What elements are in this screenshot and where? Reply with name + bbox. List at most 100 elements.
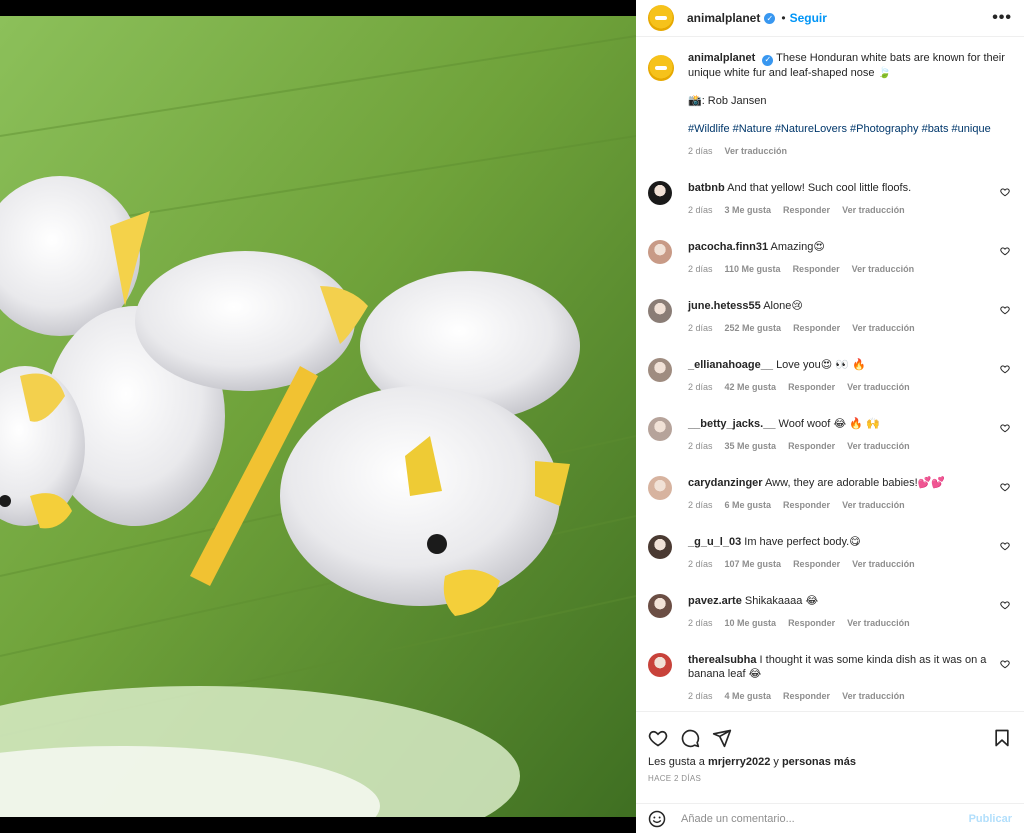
comment-likes[interactable]: 6 Me gusta bbox=[725, 498, 772, 512]
publish-button[interactable]: Publicar bbox=[969, 813, 1012, 825]
comment-body: therealsubha I thought it was some kinda… bbox=[688, 653, 988, 703]
translate-link[interactable]: Ver traducción bbox=[842, 498, 905, 512]
author-username[interactable]: animalplanet bbox=[687, 11, 760, 25]
comment-body: pacocha.finn31 Amazing😍 2 días 110 Me gu… bbox=[688, 240, 988, 276]
animalplanet-logo bbox=[655, 66, 667, 70]
comment-meta: 2 días 252 Me gusta Responder Ver traduc… bbox=[688, 321, 988, 335]
commenter-username[interactable]: batbnb bbox=[688, 182, 725, 194]
comment-meta: 2 días 4 Me gusta Responder Ver traducci… bbox=[688, 689, 988, 703]
comment-meta: 2 días 110 Me gusta Responder Ver traduc… bbox=[688, 262, 988, 276]
save-icon[interactable] bbox=[992, 728, 1012, 748]
comment-time[interactable]: 2 días bbox=[688, 557, 713, 571]
comment-heart-icon[interactable] bbox=[1000, 305, 1010, 315]
comment-likes[interactable]: 35 Me gusta bbox=[725, 439, 777, 453]
commenter-avatar[interactable] bbox=[648, 593, 672, 618]
translate-link[interactable]: Ver traducción bbox=[852, 557, 915, 571]
hashtags[interactable]: #Wildlife #Nature #NatureLovers #Photogr… bbox=[688, 122, 1006, 136]
comment-item: batbnb And that yellow! Such cool little… bbox=[648, 180, 1012, 217]
reply-link[interactable]: Responder bbox=[783, 498, 830, 512]
comment-time[interactable]: 2 días bbox=[688, 380, 713, 394]
commenter-username[interactable]: therealsubha bbox=[688, 654, 756, 666]
comment-time[interactable]: 2 días bbox=[688, 689, 713, 703]
comment-input[interactable] bbox=[681, 812, 969, 825]
commenter-username[interactable]: _g_u_l_03 bbox=[688, 536, 741, 548]
commenter-username[interactable]: __betty_jacks.__ bbox=[688, 418, 775, 430]
translate-link[interactable]: Ver traducción bbox=[852, 262, 915, 276]
comment-likes[interactable]: 42 Me gusta bbox=[725, 380, 777, 394]
comment-text: Shikakaaaa 😂 bbox=[744, 594, 819, 607]
comments-list: batbnb And that yellow! Such cool little… bbox=[648, 180, 1012, 712]
commenter-username[interactable]: pacocha.finn31 bbox=[688, 241, 768, 253]
comment-body: __betty_jacks.__ Woof woof 😂 🔥 🙌 2 días … bbox=[688, 417, 988, 453]
comment-heart-icon[interactable] bbox=[1000, 423, 1010, 433]
commenter-username[interactable]: june.hetess55 bbox=[688, 300, 761, 312]
reply-link[interactable]: Responder bbox=[793, 557, 840, 571]
likes-mid: y bbox=[773, 756, 779, 768]
reply-link[interactable]: Responder bbox=[793, 321, 840, 335]
comment-likes[interactable]: 4 Me gusta bbox=[725, 689, 772, 703]
caption-time[interactable]: 2 días bbox=[688, 144, 713, 158]
bats-on-leaf-image bbox=[0, 16, 636, 817]
reply-link[interactable]: Responder bbox=[793, 262, 840, 276]
reply-link[interactable]: Responder bbox=[788, 616, 835, 630]
translate-link[interactable]: Ver traducción bbox=[847, 439, 910, 453]
translate-link[interactable]: Ver traducción bbox=[842, 689, 905, 703]
caption-translate-link[interactable]: Ver traducción bbox=[725, 144, 788, 158]
comment-heart-icon[interactable] bbox=[1000, 364, 1010, 374]
comments-scroll-area[interactable]: animalplanet ✓ These Honduran white bats… bbox=[636, 37, 1024, 711]
commenter-username[interactable]: _ellianahoage__ bbox=[688, 359, 773, 371]
comment-likes[interactable]: 3 Me gusta bbox=[725, 203, 772, 217]
comment-time[interactable]: 2 días bbox=[688, 321, 713, 335]
comment-heart-icon[interactable] bbox=[1000, 246, 1010, 256]
post-footer: Les gusta a mrjerry2022 y personas más H… bbox=[636, 711, 1024, 833]
commenter-avatar[interactable] bbox=[648, 652, 672, 677]
post-photo[interactable] bbox=[0, 16, 636, 817]
comment-heart-icon[interactable] bbox=[1000, 659, 1010, 669]
more-icon[interactable]: ••• bbox=[992, 9, 1012, 27]
translate-link[interactable]: Ver traducción bbox=[842, 203, 905, 217]
reply-link[interactable]: Responder bbox=[788, 439, 835, 453]
comment-heart-icon[interactable] bbox=[1000, 187, 1010, 197]
comment-time[interactable]: 2 días bbox=[688, 616, 713, 630]
comment-likes[interactable]: 10 Me gusta bbox=[725, 616, 777, 630]
reply-link[interactable]: Responder bbox=[783, 689, 830, 703]
emoji-icon[interactable] bbox=[648, 810, 666, 828]
comment-time[interactable]: 2 días bbox=[688, 203, 713, 217]
comment-meta: 2 días 42 Me gusta Responder Ver traducc… bbox=[688, 380, 988, 394]
reply-link[interactable]: Responder bbox=[788, 380, 835, 394]
commenter-avatar[interactable] bbox=[648, 416, 672, 441]
translate-link[interactable]: Ver traducción bbox=[847, 380, 910, 394]
share-icon[interactable] bbox=[712, 728, 732, 748]
reply-link[interactable]: Responder bbox=[783, 203, 830, 217]
likes-others[interactable]: personas más bbox=[782, 756, 856, 768]
comment-heart-icon[interactable] bbox=[1000, 600, 1010, 610]
translate-link[interactable]: Ver traducción bbox=[852, 321, 915, 335]
commenter-avatar[interactable] bbox=[648, 180, 672, 205]
likes-user[interactable]: mrjerry2022 bbox=[708, 756, 770, 768]
translate-link[interactable]: Ver traducción bbox=[847, 616, 910, 630]
commenter-avatar[interactable] bbox=[648, 475, 672, 500]
follow-button[interactable]: Seguir bbox=[790, 11, 827, 25]
commenter-username[interactable]: pavez.arte bbox=[688, 595, 742, 607]
comment-meta: 2 días 35 Me gusta Responder Ver traducc… bbox=[688, 439, 988, 453]
comment-time[interactable]: 2 días bbox=[688, 439, 713, 453]
comment-text: Aww, they are adorable babies!💕💕 bbox=[765, 476, 946, 489]
author-avatar[interactable] bbox=[648, 5, 674, 31]
comment-heart-icon[interactable] bbox=[1000, 541, 1010, 551]
commenter-avatar[interactable] bbox=[648, 357, 672, 382]
comment-likes[interactable]: 110 Me gusta bbox=[725, 262, 781, 276]
comment-likes[interactable]: 107 Me gusta bbox=[725, 557, 782, 571]
caption-avatar[interactable] bbox=[648, 55, 674, 81]
comment-time[interactable]: 2 días bbox=[688, 262, 713, 276]
comment-time[interactable]: 2 días bbox=[688, 498, 713, 512]
commenter-avatar[interactable] bbox=[648, 239, 672, 264]
comment-icon[interactable] bbox=[680, 728, 700, 748]
commenter-avatar[interactable] bbox=[648, 534, 672, 559]
commenter-avatar[interactable] bbox=[648, 298, 672, 323]
comment-heart-icon[interactable] bbox=[1000, 482, 1010, 492]
heart-icon[interactable] bbox=[648, 728, 668, 748]
caption-username[interactable]: animalplanet bbox=[688, 52, 755, 64]
action-bar bbox=[636, 712, 1024, 754]
commenter-username[interactable]: carydanzinger bbox=[688, 477, 763, 489]
comment-likes[interactable]: 252 Me gusta bbox=[725, 321, 782, 335]
